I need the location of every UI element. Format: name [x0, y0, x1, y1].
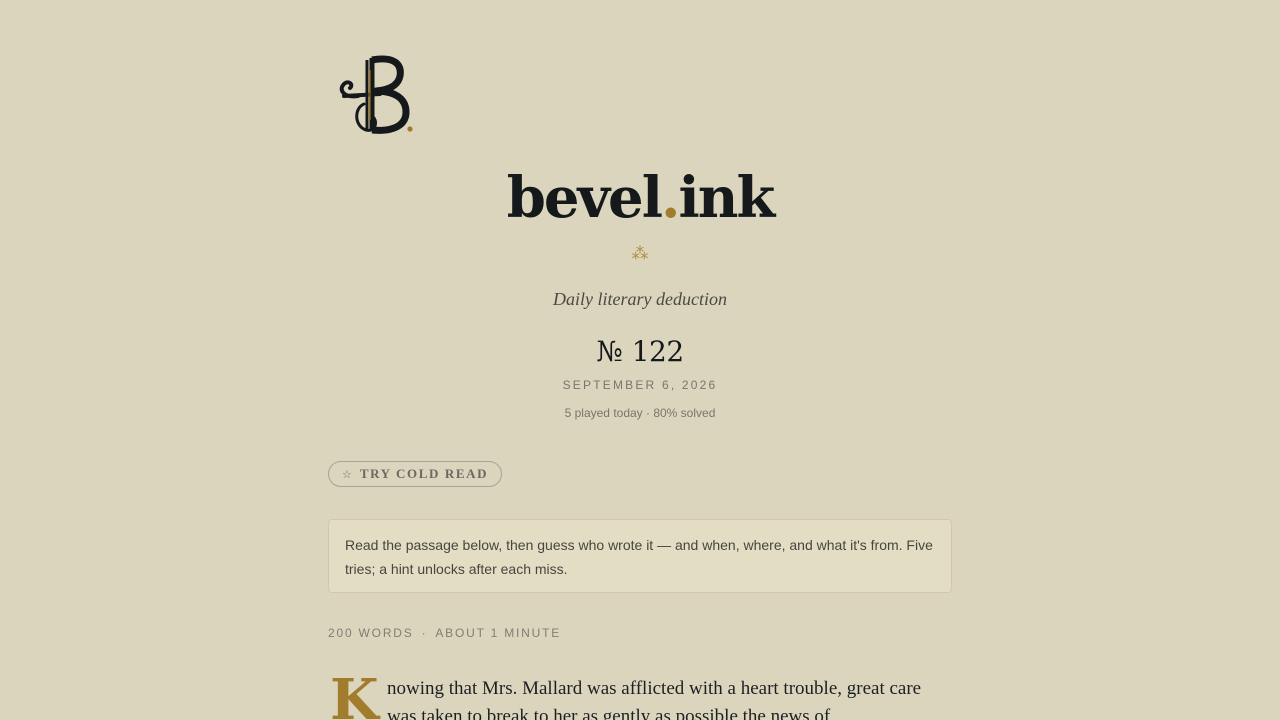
site-title-dot: .: [660, 165, 680, 231]
meta-separator: ·: [421, 626, 428, 640]
issue-number-value: 122: [631, 335, 684, 368]
passage-text: nowing that Mrs. Mallard was afflicted w…: [387, 678, 922, 720]
reading-time: ABOUT 1 MINUTE: [435, 626, 562, 640]
try-cold-read-button[interactable]: ☆ TRY COLD READ: [328, 461, 503, 487]
numero-sign: №: [596, 335, 623, 368]
tagline: Daily literary deduction: [553, 289, 727, 309]
logo: [336, 50, 416, 140]
instructions-text: Read the passage below, then guess who w…: [345, 537, 933, 577]
instructions-box: Read the passage below, then guess who w…: [328, 519, 952, 593]
try-cold-read-label: TRY COLD READ: [359, 466, 489, 481]
drop-cap: K: [330, 667, 379, 720]
play-stats: 5 played today · 80% solved: [564, 406, 716, 420]
star-outline-icon: ☆: [342, 467, 352, 481]
main-column: bevel.ink ⁂ Daily literary deduction № 1…: [328, 0, 952, 720]
issue-date: SEPTEMBER 6, 2026: [562, 378, 718, 392]
passage-meta: 200 WORDS · ABOUT 1 MINUTE: [328, 625, 561, 641]
monogram-logo-icon: [339, 55, 413, 134]
issue-number: № 122: [328, 334, 952, 370]
site-title: bevel.ink: [328, 160, 952, 236]
site-title-tld: ink: [678, 165, 775, 231]
fleuron-ornament-icon: ⁂: [631, 244, 649, 264]
word-count: 200 WORDS: [328, 626, 414, 640]
site-title-main: bevel: [506, 165, 663, 231]
